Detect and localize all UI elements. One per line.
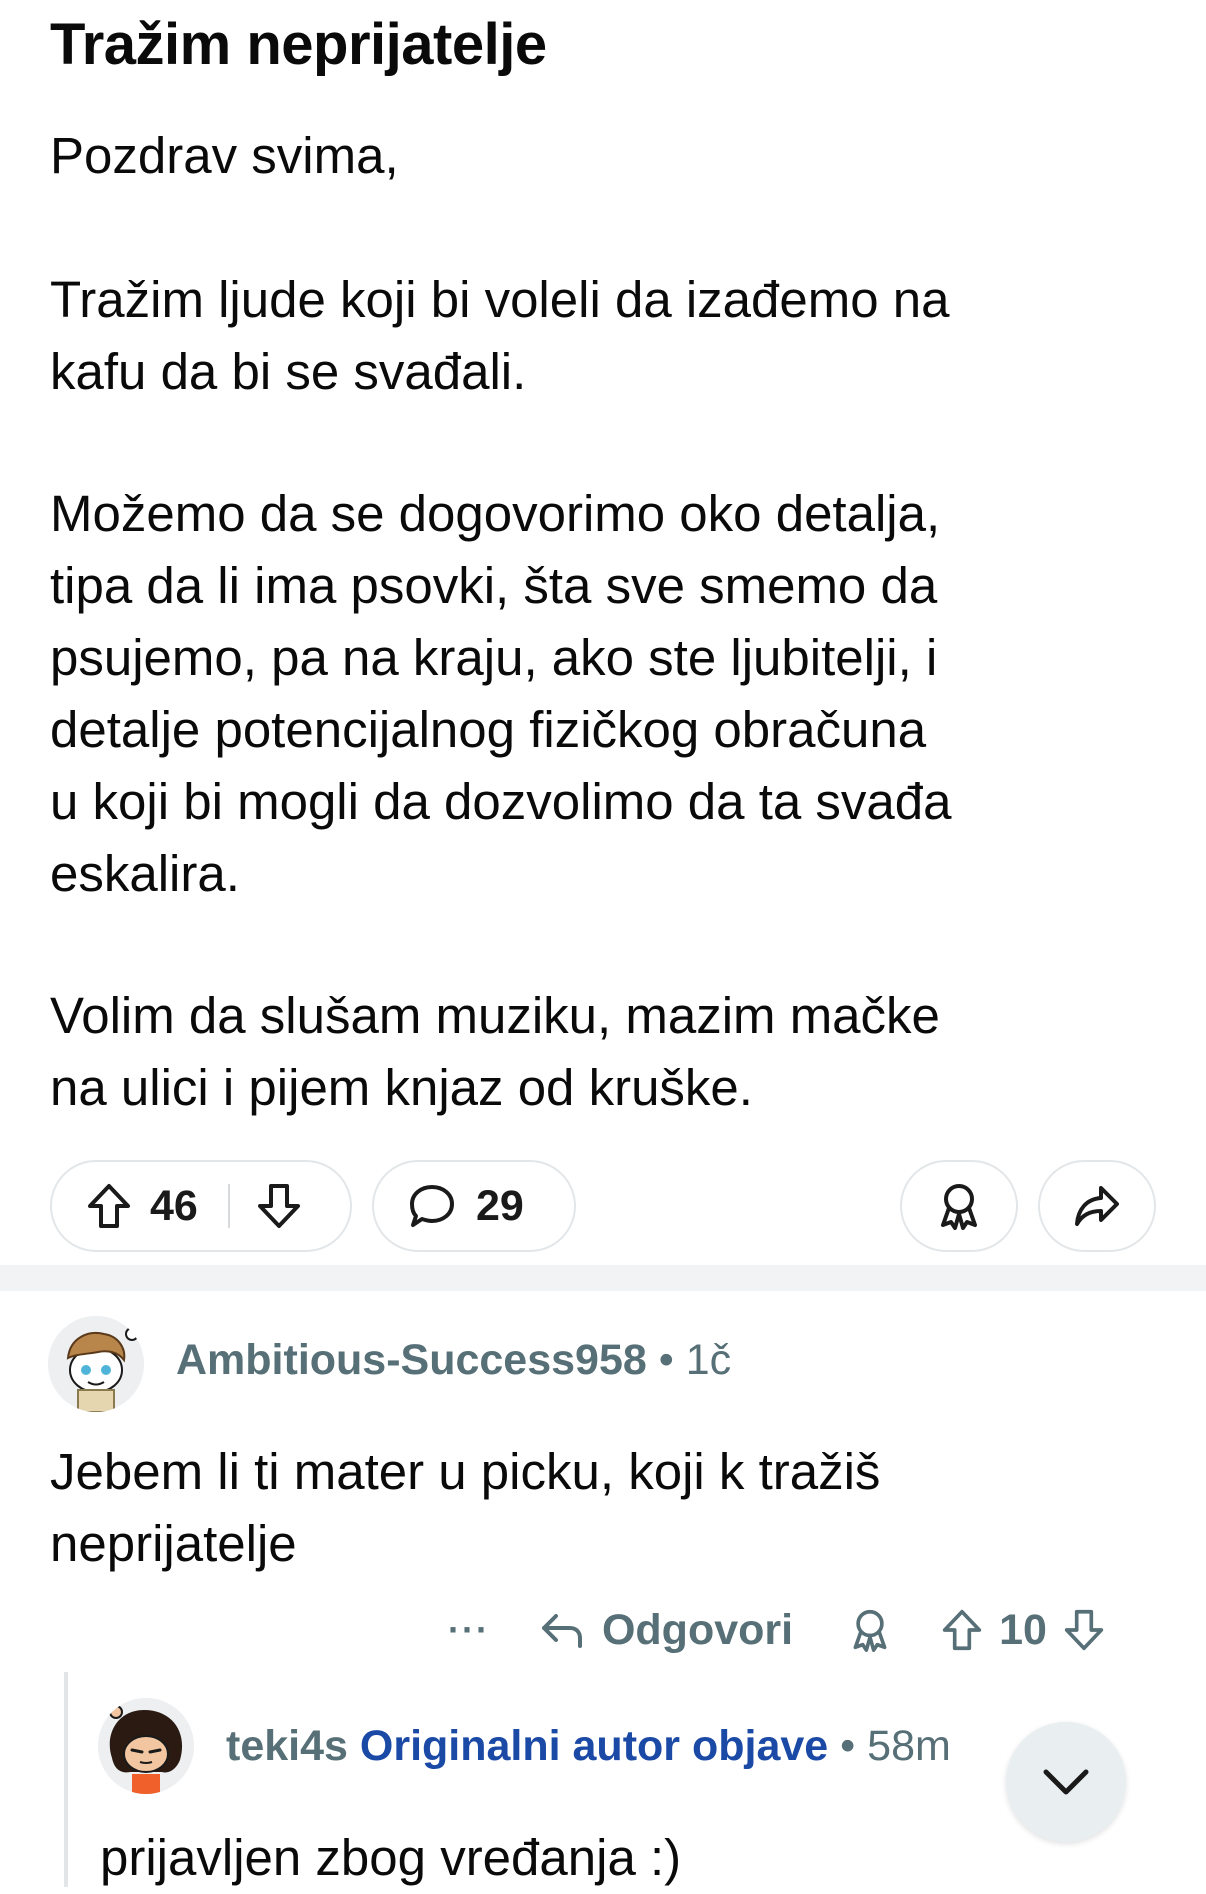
avatar[interactable] (98, 1698, 194, 1794)
reply-time: 58m (867, 1722, 951, 1770)
comment-actions: ··· Odgovori 10 (448, 1602, 1105, 1658)
post-line: eskalira. (50, 845, 240, 902)
meta-separator: • (840, 1722, 856, 1770)
reply-button[interactable]: Odgovori (602, 1606, 793, 1655)
comment-count: 29 (476, 1181, 524, 1230)
meta-separator: • (658, 1336, 674, 1384)
comment-vote-count: 10 (999, 1605, 1047, 1654)
comment-body: Jebem li ti mater u picku, koji k tražiš… (50, 1436, 880, 1580)
reply-author[interactable]: teki4s (226, 1722, 348, 1770)
op-badge: Originalni autor objave (359, 1722, 829, 1770)
jump-next-comment-button[interactable] (1006, 1722, 1126, 1842)
comments-button[interactable]: 29 (372, 1160, 576, 1252)
downvote-icon[interactable] (1063, 1608, 1105, 1652)
award-button[interactable] (900, 1160, 1018, 1252)
more-options-button[interactable]: ··· (448, 1609, 490, 1651)
reply-icon[interactable] (540, 1610, 584, 1650)
post-paragraph: Tražim ljude koji bi voleli da izađemo n… (50, 264, 1160, 408)
upvote-icon[interactable] (941, 1608, 983, 1652)
comment-time: 1č (685, 1336, 732, 1384)
comment-author[interactable]: Ambitious-Success958 (176, 1336, 647, 1384)
snoo-avatar-icon (98, 1698, 194, 1794)
post-line: detalje potencijalnog fizičkog obračuna (50, 701, 927, 758)
vote-pill: 46 (50, 1160, 352, 1252)
post-line: u koji bi mogli da dozvolimo da ta svađa (50, 773, 952, 830)
vote-divider (227, 1184, 230, 1228)
avatar[interactable] (48, 1316, 144, 1412)
post-paragraph: Volim da slušam muziku, mazim mačke na u… (50, 980, 1160, 1124)
post-paragraph: Pozdrav svima, (50, 120, 1160, 192)
post-line: Pozdrav svima, (50, 127, 399, 184)
share-button[interactable] (1038, 1160, 1156, 1252)
award-icon (936, 1181, 982, 1231)
reply-line: prijavljen zbog vređanja :) (100, 1829, 682, 1886)
downvote-icon[interactable] (256, 1182, 302, 1230)
snoo-avatar-icon (48, 1316, 144, 1412)
thread-line[interactable] (64, 1672, 68, 1887)
reply-body: prijavljen zbog vređanja :) (100, 1822, 681, 1894)
upvote-icon[interactable] (86, 1182, 132, 1230)
comment-bubble-icon (408, 1183, 456, 1229)
post-line: Tražim ljude koji bi voleli da izađemo n… (50, 271, 950, 328)
reply-meta: teki4s Originalni autor objave • 58m (226, 1722, 951, 1771)
post-line: na ulici i pijem knjaz od kruške. (50, 1059, 753, 1116)
post-line: Možemo da se dogovorimo oko detalja, (50, 485, 941, 542)
post-line: kafu da bi se svađali. (50, 343, 527, 400)
share-icon (1073, 1184, 1121, 1228)
post-line: psujemo, pa na kraju, ako ste ljubitelji… (50, 629, 938, 686)
comment-line: neprijatelje (50, 1515, 297, 1572)
chevron-down-icon (1042, 1768, 1090, 1796)
post-line: tipa da li ima psovki, šta sve smemo da (50, 557, 938, 614)
post-line: Volim da slušam muziku, mazim mačke (50, 987, 940, 1044)
comment-line: Jebem li ti mater u picku, koji k tražiš (50, 1443, 881, 1500)
post-paragraph: Možemo da se dogovorimo oko detalja, tip… (50, 478, 1160, 910)
comment-meta: Ambitious-Success958 • 1č (176, 1336, 731, 1385)
section-divider (0, 1265, 1206, 1291)
post-title: Tražim neprijatelje (50, 12, 547, 77)
award-icon[interactable] (849, 1607, 891, 1653)
post-upvote-count: 46 (150, 1181, 198, 1230)
